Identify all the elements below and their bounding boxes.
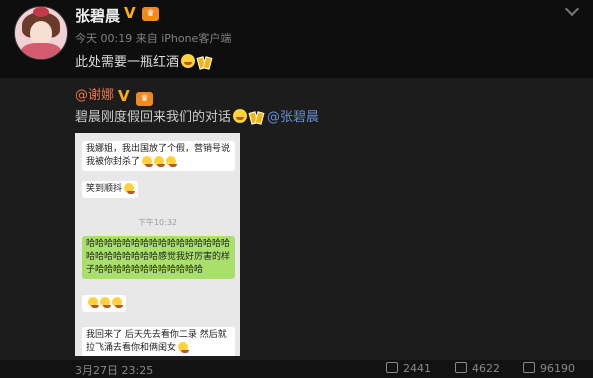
- chat-timestamp: 下午10:32: [137, 218, 178, 227]
- dizzy-emoji-icon: [166, 156, 178, 167]
- post-username[interactable]: 张碧晨: [75, 5, 120, 26]
- dizzy-emoji-icon: [88, 297, 99, 308]
- repost-username[interactable]: @谢娜: [75, 88, 114, 103]
- like-icon: [523, 362, 535, 373]
- cheers-emoji-icon: [249, 109, 263, 123]
- post-date: 3月27日 23:25: [75, 364, 154, 377]
- weibo-post: 张碧晨 V ♛ 今天 00:19 来自 iPhone客户端 此处需要一瓶红酒 @…: [0, 0, 593, 378]
- comment-count: 4622: [472, 362, 500, 375]
- dizzy-emoji-icon: [112, 297, 123, 308]
- post-text-content: 此处需要一瓶红酒: [75, 55, 180, 70]
- chat-screenshot-image[interactable]: 我娜姐，我出国放了个假，营销号说我被你封杀了 笑到顺抖 下午10:32 哈哈哈哈…: [75, 133, 240, 356]
- verified-icon: V: [118, 87, 130, 105]
- comment-count-button[interactable]: 4622: [455, 362, 500, 375]
- dizzy-emoji-icon: [154, 156, 166, 167]
- verified-icon: V: [124, 4, 136, 22]
- smile-emoji-icon: [178, 342, 190, 353]
- vip-crown-icon: ♛: [142, 7, 159, 21]
- repost-count: 2441: [403, 362, 431, 375]
- chat-message-2-text: 笑到顺抖: [86, 184, 123, 194]
- like-count: 96190: [540, 362, 575, 375]
- avatar-body: [21, 43, 61, 59]
- cheers-emoji-icon: [197, 54, 211, 68]
- dizzy-emoji-icon: [142, 156, 154, 167]
- chat-message-3: 哈哈哈哈哈哈哈哈哈哈哈哈哈哈哈哈哈哈哈哈哈哈哈哈感觉我好厉害的样子哈哈哈哈哈哈哈…: [82, 236, 235, 279]
- chat-message-5: 我回来了 后天先去看你二录 然后就拉飞涌去看你和俩闺女: [82, 327, 235, 356]
- repost-count-button[interactable]: 2441: [386, 362, 431, 375]
- comment-icon: [455, 362, 467, 373]
- post-footer: 3月27日 23:25 2441 4622 96190: [0, 360, 593, 378]
- chat-message-1: 我娜姐，我出国放了个假，营销号说我被你封杀了: [82, 141, 235, 171]
- repost-card[interactable]: @谢娜 V ♛ 碧晨刚度假回来我们的对话 @张碧晨 我娜姐，我出国放了个假，营销号说我…: [0, 78, 593, 360]
- chevron-down-icon[interactable]: [564, 1, 580, 17]
- vip-crown-icon: ♛: [136, 92, 154, 106]
- repost-text-content: 碧晨刚度假回来我们的对话: [75, 110, 232, 125]
- dizzy-emoji-icon: [100, 297, 111, 308]
- grin-emoji-icon: [233, 109, 248, 123]
- mention-link[interactable]: @张碧晨: [267, 110, 319, 125]
- grin-emoji-icon: [181, 54, 196, 68]
- avatar-face: [30, 21, 52, 45]
- chat-message-5-text: 我回来了 后天先去看你二录 然后就拉飞涌去看你和俩闺女: [86, 330, 227, 353]
- post-meta: 今天 00:19 来自 iPhone客户端: [75, 32, 232, 45]
- avatar-hair-accessory: [33, 7, 49, 17]
- avatar[interactable]: [14, 6, 68, 60]
- repost-text: 碧晨刚度假回来我们的对话 @张碧晨: [75, 106, 319, 125]
- smile-emoji-icon: [124, 183, 136, 194]
- repost-header: @谢娜 V ♛: [75, 84, 154, 106]
- post-text: 此处需要一瓶红酒: [75, 51, 211, 70]
- chat-message-4: [82, 295, 126, 312]
- like-count-button[interactable]: 96190: [523, 362, 575, 375]
- chat-message-2: 笑到顺抖: [82, 181, 139, 198]
- repost-icon: [386, 362, 398, 373]
